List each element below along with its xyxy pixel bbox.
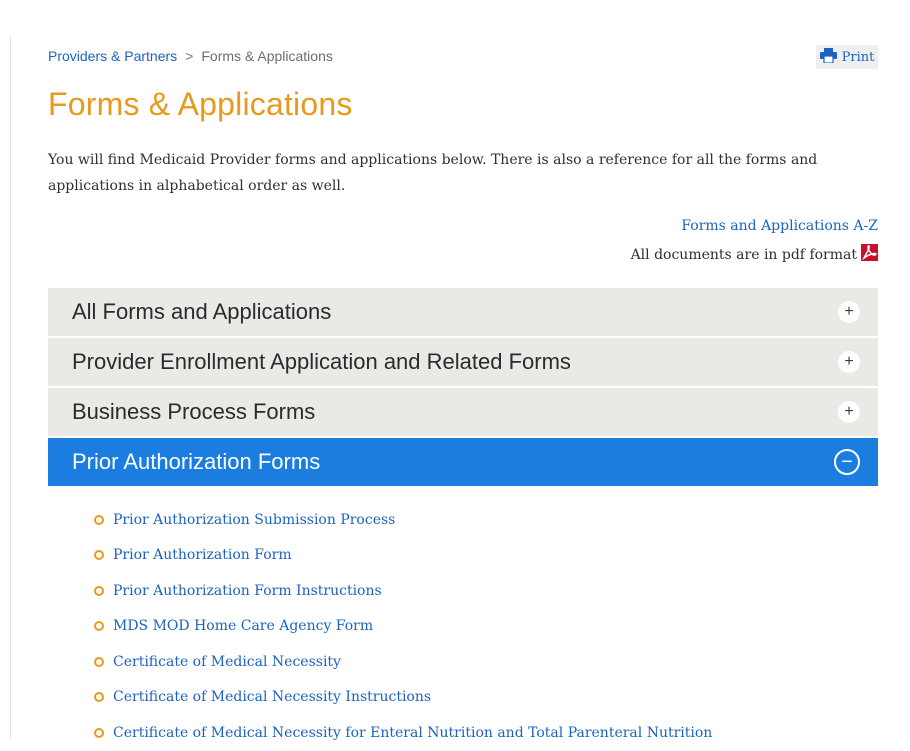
list-item: Certificate of Medical Necessity <box>94 644 878 680</box>
accordion-header-prior-authorization[interactable]: Prior Authorization Forms − <box>48 438 878 486</box>
pdf-note-text: All documents are in pdf format <box>630 246 857 263</box>
bullet-icon <box>94 692 104 703</box>
form-link[interactable]: Prior Authorization Form <box>113 547 292 563</box>
forms-accordion: All Forms and Applications + Provider En… <box>48 288 878 751</box>
list-item: Prior Authorization Form <box>94 538 878 574</box>
bullet-icon <box>94 514 104 525</box>
print-label: Print <box>841 49 875 65</box>
minus-icon[interactable]: − <box>834 449 860 475</box>
form-link[interactable]: Certificate of Medical Necessity Instruc… <box>113 689 431 705</box>
breadcrumb-link-providers[interactable]: Providers & Partners <box>48 48 177 64</box>
accordion-header-label: All Forms and Applications <box>72 299 332 324</box>
list-item: MDS MOD Home Care Agency Form <box>94 609 878 645</box>
accordion-header-label: Business Process Forms <box>72 399 316 424</box>
plus-icon[interactable]: + <box>838 351 860 373</box>
intro-text: You will find Medicaid Provider forms an… <box>48 152 818 194</box>
plus-icon[interactable]: + <box>838 301 860 323</box>
bullet-icon <box>94 550 104 561</box>
form-link[interactable]: Prior Authorization Form Instructions <box>113 583 382 599</box>
list-item: Certificate of Medical Necessity for Ent… <box>94 715 878 751</box>
printer-icon <box>819 47 837 67</box>
accordion-header-provider-enrollment[interactable]: Provider Enrollment Application and Rela… <box>48 338 878 386</box>
prior-authorization-form-list: Prior Authorization Submission Process P… <box>48 488 878 751</box>
plus-icon[interactable]: + <box>838 401 860 423</box>
list-item: Certificate of Medical Necessity Instruc… <box>94 680 878 716</box>
list-item: Prior Authorization Form Instructions <box>94 573 878 609</box>
accordion-header-label: Prior Authorization Forms <box>72 449 321 474</box>
forms-az-link[interactable]: Forms and Applications A-Z <box>681 218 878 234</box>
bullet-icon <box>94 656 104 667</box>
form-link[interactable]: Certificate of Medical Necessity for Ent… <box>113 725 712 741</box>
pdf-icon <box>861 244 878 265</box>
form-link[interactable]: Certificate of Medical Necessity <box>113 654 341 670</box>
breadcrumb-current: Forms & Applications <box>201 48 333 64</box>
bullet-icon <box>94 585 104 596</box>
breadcrumb: Providers & Partners > Forms & Application… <box>48 48 333 64</box>
form-link[interactable]: Prior Authorization Submission Process <box>113 512 395 528</box>
left-divider <box>10 36 11 738</box>
accordion-header-all-forms[interactable]: All Forms and Applications + <box>48 288 878 336</box>
accordion-header-label: Provider Enrollment Application and Rela… <box>72 349 571 374</box>
page-title: Forms & Applications <box>48 86 353 122</box>
accordion-header-business-process[interactable]: Business Process Forms + <box>48 388 878 436</box>
form-link[interactable]: MDS MOD Home Care Agency Form <box>113 618 373 634</box>
breadcrumb-separator: > <box>185 48 194 64</box>
pdf-format-note: All documents are in pdf format <box>631 244 878 265</box>
bullet-icon <box>94 621 104 632</box>
print-button[interactable]: Print <box>816 45 878 69</box>
list-item: Prior Authorization Submission Process <box>94 502 878 538</box>
bullet-icon <box>94 727 104 738</box>
